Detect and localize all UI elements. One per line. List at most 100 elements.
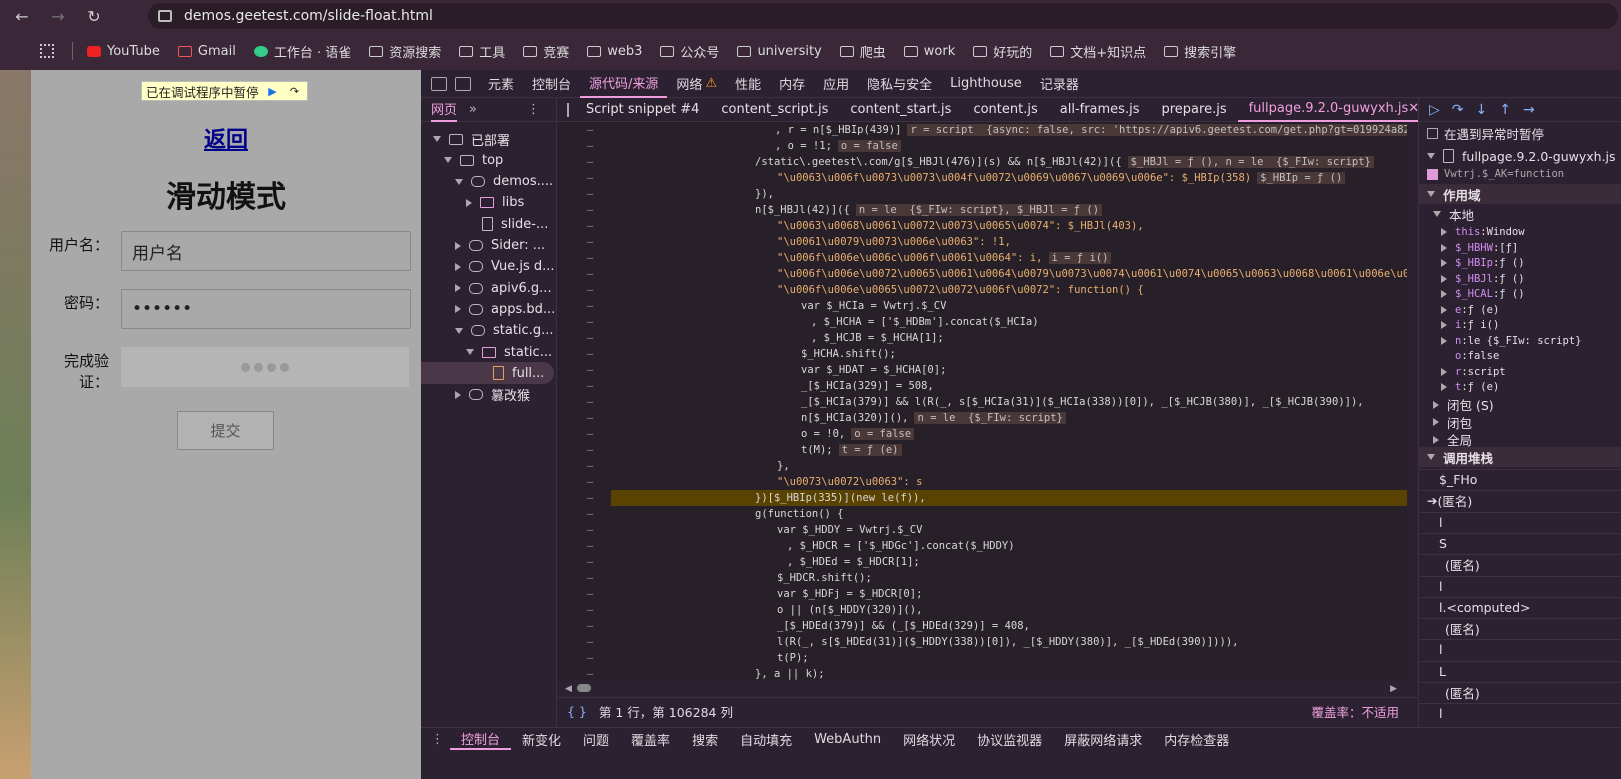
expand-right-icon[interactable]: [1441, 243, 1447, 252]
source-tab[interactable]: Script snippet #4: [575, 102, 710, 117]
checkbox-checked-icon[interactable]: [1427, 168, 1438, 180]
devtools-tab[interactable]: 控制台: [523, 70, 580, 98]
callstack-frame[interactable]: S: [1419, 532, 1621, 553]
expand-down-icon[interactable]: [1427, 153, 1435, 159]
bookmark-item[interactable]: 文档+知识点: [1050, 42, 1146, 61]
drawer-tab[interactable]: 自动填充: [729, 730, 803, 749]
device-toolbar-icon[interactable]: [455, 76, 471, 91]
callstack-frame[interactable]: ➔ (匿名): [1419, 490, 1621, 510]
bookmark-item[interactable]: 好玩的: [973, 42, 1032, 61]
expand-right-icon[interactable]: [455, 284, 461, 293]
bookmark-item[interactable]: 资源搜索: [369, 42, 441, 61]
tree-node[interactable]: 篡改猴: [455, 385, 530, 405]
resume-icon[interactable]: ▶: [265, 84, 281, 98]
breakpoint-row[interactable]: Vwtrj.$_AK=function: [1419, 164, 1621, 184]
step-over-icon[interactable]: ↷: [1452, 102, 1464, 118]
devtools-tab[interactable]: Lighthouse: [941, 70, 1031, 98]
horizontal-scrollbar[interactable]: ◀ ▶: [565, 682, 1405, 694]
resume-icon[interactable]: ▷: [1429, 102, 1440, 118]
callstack-frame[interactable]: $_FHo: [1419, 469, 1621, 489]
expand-right-icon[interactable]: [1441, 305, 1447, 314]
source-tab[interactable]: prepare.js: [1150, 102, 1237, 117]
checkbox-icon[interactable]: [1427, 127, 1438, 139]
code-editor[interactable]: – , r = n[$_HBIp(439)] r = script {async: …: [557, 122, 1407, 680]
drawer-tab[interactable]: 内存检查器: [1153, 730, 1240, 749]
devtools-tab[interactable]: 性能: [726, 70, 770, 98]
site-settings-icon[interactable]: [158, 10, 172, 22]
reload-icon[interactable]: ↻: [80, 2, 108, 30]
devtools-tab[interactable]: 网络 ⚠: [667, 70, 726, 98]
expand-right-icon[interactable]: [466, 198, 472, 207]
address-bar[interactable]: demos.geetest.com/slide-float.html: [148, 3, 1618, 29]
expand-right-icon[interactable]: [455, 305, 461, 314]
tree-node[interactable]: full...: [477, 363, 544, 383]
navigator-tab-page[interactable]: 网页: [431, 98, 458, 122]
expand-right-icon[interactable]: [1441, 274, 1447, 283]
callstack-frame[interactable]: (匿名): [1419, 554, 1621, 574]
expand-right-icon[interactable]: [1441, 367, 1447, 376]
toggle-navigator-icon[interactable]: [567, 102, 569, 117]
expand-right-icon[interactable]: [1441, 321, 1447, 329]
kebab-menu-icon[interactable]: ⋮: [527, 102, 540, 117]
bookmark-item[interactable]: 公众号: [660, 42, 719, 61]
tree-node[interactable]: apiv6.g...: [455, 278, 552, 298]
callstack-frame[interactable]: l.<computed>: [1419, 596, 1621, 617]
drawer-menu-icon[interactable]: ⋮: [431, 732, 444, 747]
devtools-tab[interactable]: 应用: [814, 70, 858, 98]
pause-on-exceptions-row[interactable]: 在遇到异常时暂停: [1419, 123, 1621, 143]
scroll-left-icon[interactable]: ◀: [565, 684, 572, 694]
tree-node[interactable]: top: [444, 150, 503, 170]
bookmark-item[interactable]: Gmail: [177, 44, 236, 59]
expand-down-icon[interactable]: [444, 157, 452, 164]
callstack-frame[interactable]: (匿名): [1419, 682, 1621, 702]
step-into-icon[interactable]: ↓: [1476, 102, 1488, 118]
drawer-tab[interactable]: 问题: [572, 730, 620, 749]
tree-node[interactable]: static...: [466, 342, 552, 362]
forward-arrow-icon[interactable]: →: [44, 2, 72, 30]
expand-right-icon[interactable]: [455, 390, 461, 399]
bookmark-item[interactable]: 搜索引擎: [1164, 42, 1236, 61]
bookmark-item[interactable]: 工作台 · 语雀: [253, 42, 351, 61]
password-input[interactable]: ••••••: [121, 289, 411, 329]
callstack-frame[interactable]: L: [1419, 660, 1621, 681]
step-out-icon[interactable]: ↑: [1499, 102, 1511, 118]
bookmark-item[interactable]: university: [737, 44, 822, 59]
tree-node[interactable]: apps.bd...: [455, 299, 555, 319]
step-over-icon[interactable]: ↷: [287, 84, 303, 98]
expand-down-icon[interactable]: [1433, 211, 1441, 217]
expand-right-icon[interactable]: [1433, 418, 1439, 426]
source-tab[interactable]: all-frames.js: [1049, 102, 1151, 117]
expand-down-icon[interactable]: [455, 178, 463, 185]
tree-node[interactable]: libs: [466, 193, 524, 213]
source-tab[interactable]: fullpage.9.2.0-guwyxh.js ✕: [1237, 98, 1431, 122]
apps-grid-icon[interactable]: [40, 44, 54, 58]
local-scope-row[interactable]: 本地: [1419, 204, 1621, 224]
expand-right-icon[interactable]: [455, 262, 461, 271]
submit-button[interactable]: 提交: [177, 411, 274, 450]
tree-node[interactable]: 已部署: [433, 129, 510, 149]
expand-right-icon[interactable]: [1441, 290, 1447, 298]
expand-down-icon[interactable]: [466, 349, 474, 355]
bookmark-item[interactable]: 爬虫: [839, 42, 886, 61]
devtools-tab[interactable]: 源代码/来源: [580, 70, 668, 98]
pretty-print-icon[interactable]: { }: [567, 704, 587, 719]
step-icon[interactable]: →: [1523, 102, 1535, 118]
expand-right-icon[interactable]: [1441, 336, 1447, 345]
inspect-element-icon[interactable]: [431, 76, 447, 91]
drawer-tab[interactable]: WebAuthn: [803, 732, 892, 747]
source-tab[interactable]: content.js: [962, 102, 1048, 117]
tree-node[interactable]: Vue.js d...: [455, 257, 555, 277]
scroll-right-icon[interactable]: ▶: [1390, 684, 1397, 694]
expand-down-icon[interactable]: [433, 136, 441, 142]
tree-node[interactable]: Sider: ...: [455, 236, 545, 256]
devtools-tab[interactable]: 元素: [479, 70, 523, 98]
devtools-tab[interactable]: 记录器: [1031, 70, 1088, 98]
expand-right-icon[interactable]: [455, 241, 461, 250]
expand-right-icon[interactable]: [1441, 259, 1447, 267]
bookmark-item[interactable]: 竞赛: [523, 42, 569, 61]
drawer-tab[interactable]: 覆盖率: [620, 730, 681, 749]
tree-node[interactable]: slide-...: [466, 214, 548, 234]
drawer-tab[interactable]: 新变化: [511, 730, 572, 749]
tree-node[interactable]: static.g...: [455, 321, 553, 341]
expand-down-icon[interactable]: [1427, 191, 1435, 197]
